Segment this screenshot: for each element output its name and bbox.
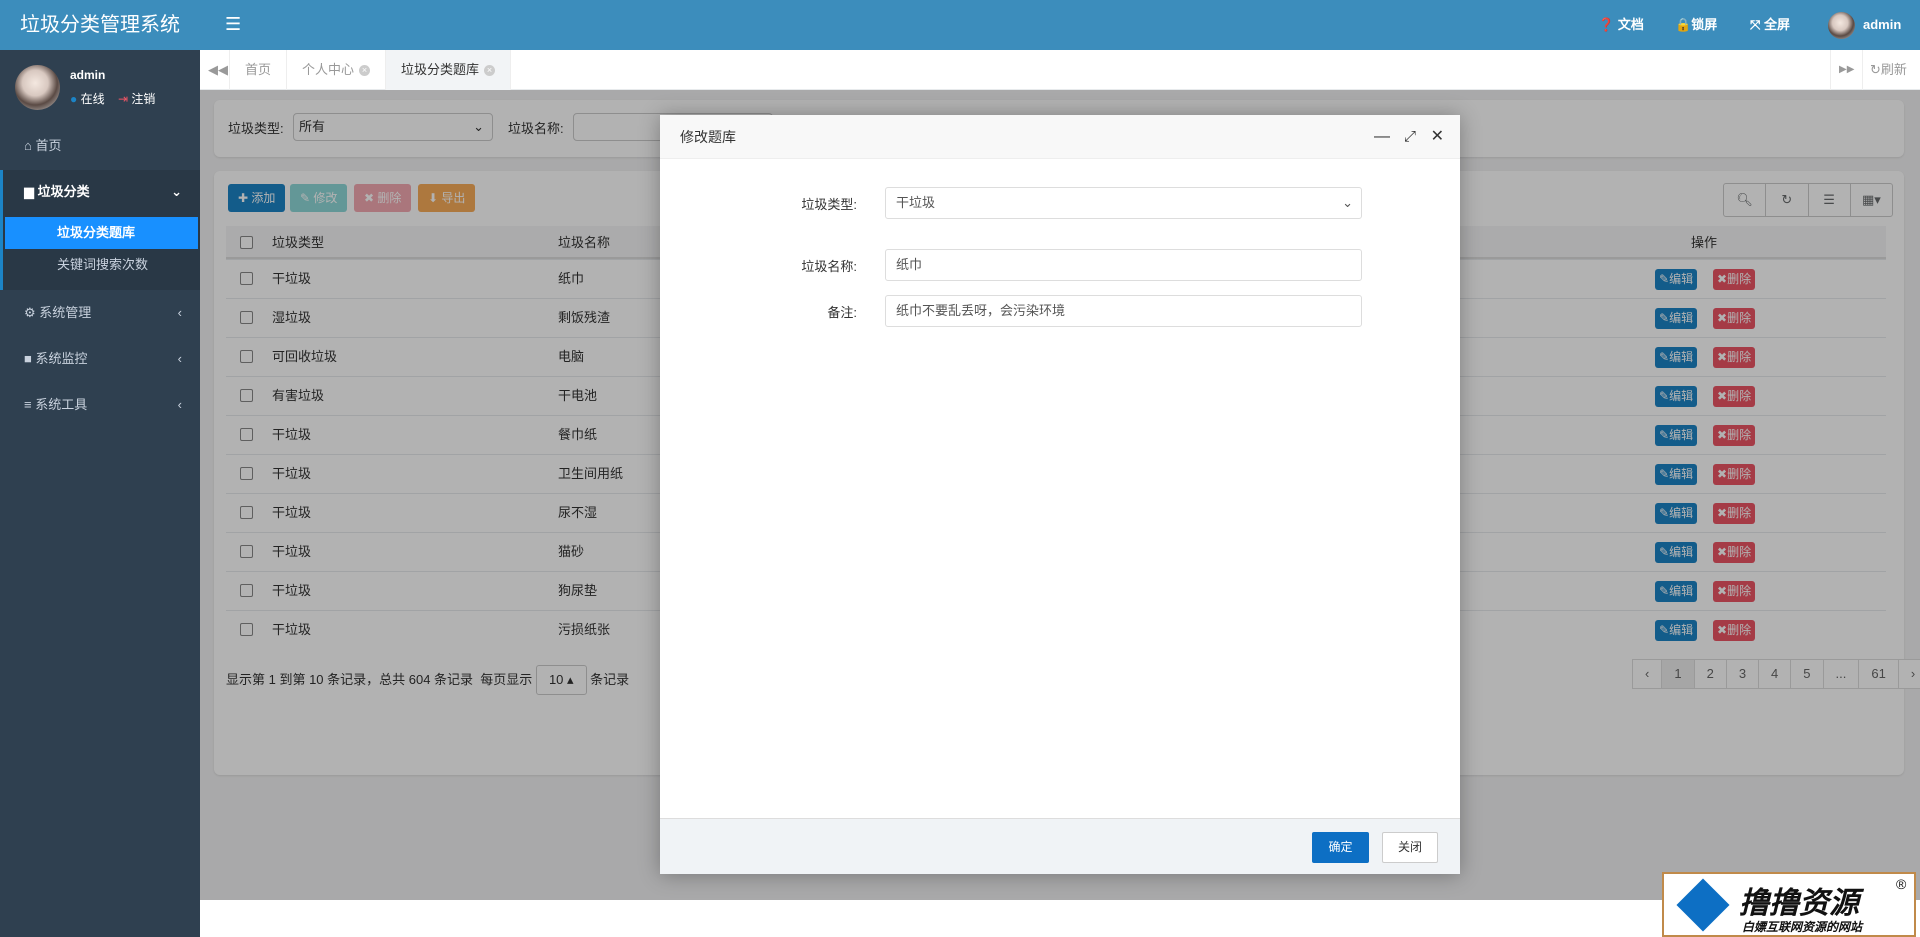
- status-label: 在线: [80, 92, 105, 106]
- tabs-bar: ◀◀ 首页 个人中心 × 垃圾分类题库 × ▶▶ ↻刷新: [200, 50, 1920, 90]
- user-status: ● 在线: [70, 90, 105, 107]
- type-label: 垃圾类型:: [801, 197, 857, 212]
- lock-icon: 🔒: [1675, 17, 1692, 32]
- sidebar-item-tools[interactable]: ≡ 系统工具 ‹: [0, 385, 200, 425]
- type-value: 干垃圾: [896, 195, 936, 210]
- maximize-icon[interactable]: ⤢: [1404, 115, 1416, 159]
- edit-modal: 修改题库 — ⤢ ✕ 垃圾类型: 干垃圾 ⌄ 垃圾名称: 纸巾 备注: 纸巾不要乱…: [660, 115, 1460, 874]
- header-user[interactable]: admin: [1863, 0, 1901, 50]
- confirm-button[interactable]: 确定: [1312, 832, 1369, 863]
- tab-profile[interactable]: 个人中心 ×: [287, 50, 387, 90]
- name-input[interactable]: 纸巾: [885, 249, 1362, 281]
- close-icon[interactable]: ✕: [1431, 115, 1444, 159]
- logout-link[interactable]: ⇥ 注销: [118, 90, 155, 107]
- chevron-down-icon: ⌄: [1342, 195, 1353, 210]
- logout-icon: ⇥: [118, 92, 129, 106]
- tab-label: 垃圾分类题库: [401, 62, 480, 77]
- modal-title: 修改题库: [680, 129, 736, 145]
- sidebar-item-system[interactable]: ⚙ 系统管理 ‹: [0, 293, 200, 333]
- sidebar-item-label: 系统工具: [35, 397, 88, 412]
- gear-icon: ⚙: [24, 305, 36, 320]
- header-avatar[interactable]: [1828, 12, 1855, 39]
- sidebar-item-garbage[interactable]: ▆ 垃圾分类 ⌄: [0, 172, 200, 212]
- sidebar-item-label: 首页: [35, 138, 62, 153]
- sidebar-subitem-keywords[interactable]: 关键词搜索次数: [5, 249, 198, 281]
- refresh-icon: ↻: [1870, 62, 1881, 77]
- home-icon: ⌂: [24, 138, 32, 153]
- app-title: 垃圾分类管理系统: [0, 0, 200, 50]
- sidebar-item-label: 垃圾分类: [37, 184, 90, 199]
- scroll-right-icon[interactable]: ▶▶: [1830, 50, 1864, 90]
- refresh-label: 刷新: [1880, 62, 1907, 77]
- modal-header: 修改题库 — ⤢ ✕: [660, 115, 1460, 159]
- sidebar-item-label: 系统管理: [39, 305, 92, 320]
- video-icon: ■: [24, 351, 32, 366]
- sidebar-item-label: 系统监控: [35, 351, 88, 366]
- online-dot-icon: ●: [70, 92, 78, 106]
- note-label: 备注:: [827, 305, 857, 320]
- sidebar-username: admin: [70, 68, 106, 82]
- watermark-subtitle: 白嫖互联网资源的网站: [1742, 920, 1863, 934]
- bars-icon: ≡: [24, 397, 32, 412]
- chevron-left-icon: ‹: [177, 351, 182, 366]
- type-select[interactable]: 干垃圾 ⌄: [885, 187, 1362, 219]
- close-button[interactable]: 关闭: [1382, 832, 1438, 863]
- tab-library[interactable]: 垃圾分类题库 ×: [386, 50, 512, 90]
- docs-label: 文档: [1617, 17, 1644, 32]
- menu-toggle-icon[interactable]: ☰: [225, 14, 241, 35]
- sidebar-item-home[interactable]: ⌂ 首页: [0, 126, 200, 166]
- chevron-down-icon: ⌄: [171, 184, 182, 199]
- docs-link[interactable]: ❓ 文档: [1598, 0, 1644, 50]
- watermark-title: 撸撸资源: [1739, 887, 1859, 920]
- note-input[interactable]: 纸巾不要乱丢呀，会污染环境: [885, 295, 1362, 327]
- refresh-button[interactable]: ↻刷新: [1860, 50, 1917, 90]
- minimize-icon[interactable]: —: [1374, 115, 1390, 159]
- lock-label: 锁屏: [1691, 17, 1718, 32]
- logout-label: 注销: [131, 92, 156, 106]
- logo-diamond-icon: [1676, 878, 1730, 932]
- name-label: 垃圾名称:: [801, 259, 857, 274]
- fullscreen-link[interactable]: ⤧ 全屏: [1750, 0, 1790, 50]
- close-icon[interactable]: ×: [484, 65, 496, 77]
- help-icon: ❓: [1598, 17, 1615, 32]
- lock-link[interactable]: 🔒锁屏: [1675, 0, 1717, 50]
- chevron-left-icon: ‹: [177, 397, 182, 412]
- fullscreen-label: 全屏: [1764, 17, 1791, 32]
- tab-home[interactable]: 首页: [230, 50, 288, 90]
- sidebar-avatar: [15, 65, 60, 110]
- registered-icon: ®: [1896, 876, 1907, 892]
- trash-icon: ▆: [24, 184, 34, 199]
- sidebar: admin ● 在线 ⇥ 注销 ⌂ 首页 ▆ 垃圾分类 ⌄ 垃圾分类题库 关键词搜…: [0, 50, 200, 937]
- modal-footer: 确定 关闭: [660, 818, 1460, 874]
- close-icon[interactable]: ×: [359, 65, 371, 77]
- tab-label: 个人中心: [302, 62, 355, 77]
- sidebar-item-monitor[interactable]: ■ 系统监控 ‹: [0, 339, 200, 379]
- watermark-logo: 撸撸资源 ® 白嫖互联网资源的网站: [1662, 872, 1916, 937]
- chevron-left-icon: ‹: [177, 305, 182, 320]
- expand-icon: ⤧: [1750, 17, 1761, 32]
- sidebar-subitem-library[interactable]: 垃圾分类题库: [5, 217, 198, 249]
- scroll-left-icon[interactable]: ◀◀: [200, 50, 230, 90]
